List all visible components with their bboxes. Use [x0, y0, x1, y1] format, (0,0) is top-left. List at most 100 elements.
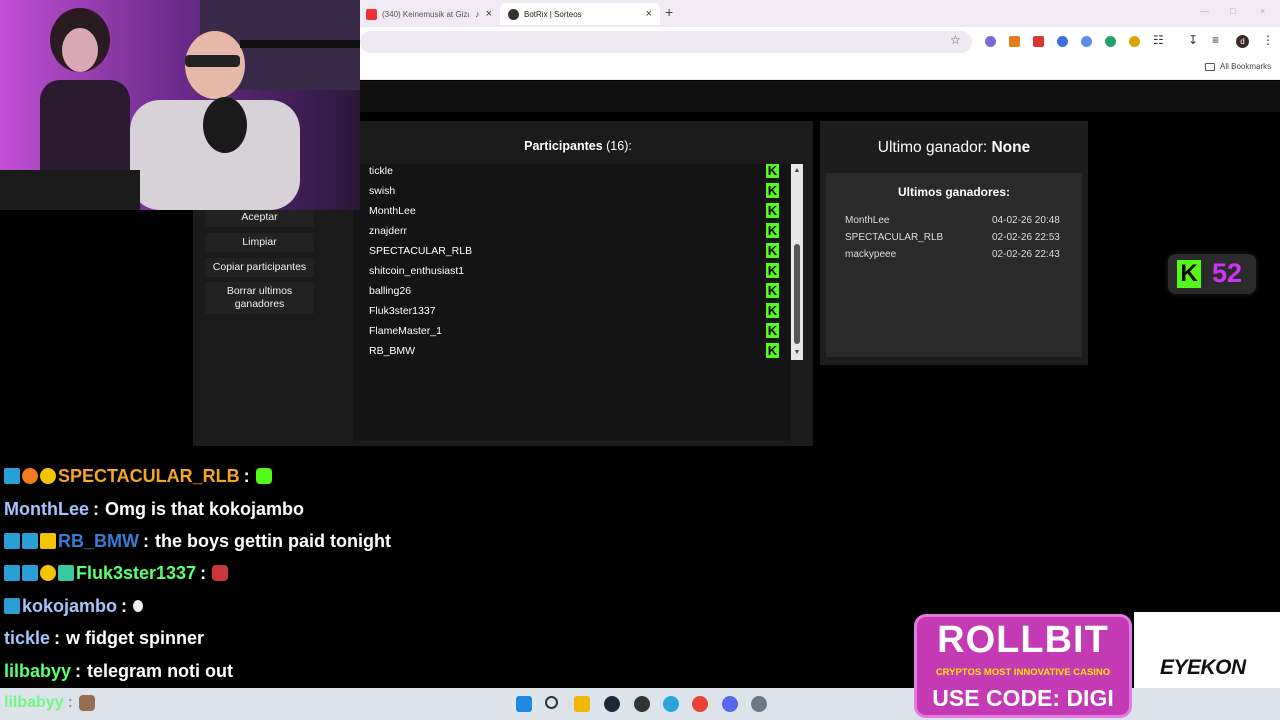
winner-name: SPECTACULAR_RLB — [845, 232, 944, 243]
kick-badge-icon: K — [766, 323, 779, 338]
all-bookmarks-button[interactable]: All Bookmarks — [1205, 62, 1271, 71]
badge-icon — [4, 468, 20, 484]
clear-last-winners-button[interactable]: Borrar ultimos ganadores — [205, 282, 314, 314]
chat-message: tickle : w fidget spinner — [4, 625, 204, 651]
chat-text: w fidget spinner — [66, 627, 205, 648]
download-icon[interactable]: ↧ — [1188, 33, 1198, 47]
list-item: FlameMaster_1 K — [369, 322, 779, 342]
extension-icon[interactable] — [1105, 36, 1116, 47]
last-winners-title: Ultimos ganadores: — [897, 185, 1011, 199]
extension-icon[interactable] — [1057, 36, 1068, 47]
profile-avatar[interactable]: d — [1236, 35, 1249, 48]
badge-icon — [22, 533, 38, 549]
chat-message: lilbabyy : telegram noti out — [4, 658, 233, 684]
chat-message: kokojambo : — [4, 593, 144, 619]
tab-title: (340) Keinemusik at Giza P... — [382, 9, 469, 19]
scroll-up-icon[interactable]: ▲ — [792, 166, 802, 176]
participants-scrollbar[interactable]: ▲ ▼ — [791, 164, 803, 360]
kick-badge-icon: K — [766, 303, 779, 318]
botrix-icon — [508, 8, 519, 20]
extension-icon[interactable] — [985, 36, 996, 47]
participant-name: swish — [369, 185, 396, 197]
menu-kebab-icon[interactable]: ⋮ — [1262, 33, 1274, 47]
participant-name: Fluk3ster1337 — [369, 305, 436, 317]
audio-icon[interactable]: ♪ — [475, 9, 480, 19]
chat-message: RB_BMW : the boys gettin paid tonight — [4, 528, 391, 554]
all-bookmarks-label: All Bookmarks — [1220, 62, 1272, 71]
list-item: znajderr K — [369, 222, 779, 242]
list-item: tickle K — [369, 164, 779, 182]
new-tab-icon[interactable]: + — [665, 4, 673, 20]
kick-logo-icon: K — [1177, 260, 1201, 288]
maximize-icon[interactable]: □ — [1230, 6, 1235, 16]
participants-list[interactable]: tickle K swish K MonthLee K znajderr K SPECT… — [353, 164, 790, 441]
participant-name: balling26 — [369, 285, 412, 297]
badge-icon — [58, 565, 74, 581]
search-icon[interactable] — [545, 696, 558, 709]
participants-label: Participantes — [524, 139, 603, 153]
chat-colon: : — [75, 660, 82, 681]
badge-icon — [40, 565, 56, 581]
chat-colon: : — [54, 627, 61, 648]
list-item: RB_BMW K — [369, 342, 779, 362]
file-explorer-icon[interactable] — [574, 696, 590, 712]
winner-date: 04-02-26 20:48 — [992, 215, 1060, 226]
participant-name: FlameMaster_1 — [369, 325, 442, 337]
chat-message: MonthLee : Omg is that kokojambo — [4, 496, 304, 522]
obs-icon[interactable] — [634, 696, 650, 712]
copy-participants-button[interactable]: Copiar participantes — [205, 258, 314, 277]
chrome-icon[interactable] — [692, 696, 708, 712]
chat-message: Fluk3ster1337 : — [4, 560, 229, 586]
clear-button[interactable]: Limpiar — [205, 233, 314, 252]
chat-username: RB_BMW — [58, 530, 139, 551]
emote-icon — [78, 695, 95, 711]
tab-title: BotRix | Sorteos — [524, 9, 582, 19]
scroll-down-icon[interactable]: ▼ — [792, 348, 802, 358]
crown-badge-icon — [40, 533, 56, 549]
accept-button[interactable]: Aceptar — [205, 208, 314, 227]
telegram-icon[interactable] — [663, 696, 679, 712]
tab-keinemusik[interactable]: (340) Keinemusik at Giza P... ♪ × — [358, 3, 500, 25]
emote-icon — [255, 468, 272, 484]
emote-icon — [133, 600, 144, 612]
participant-name: znajderr — [369, 225, 407, 237]
extensions-puzzle-icon[interactable]: ☷ — [1153, 33, 1164, 47]
address-bar[interactable] — [360, 31, 972, 53]
extension-icon[interactable] — [1129, 36, 1140, 47]
extension-icon[interactable] — [1081, 36, 1092, 47]
tab-botrix[interactable]: BotRix | Sorteos × — [500, 3, 660, 25]
participants-count: (16): — [606, 139, 632, 153]
badge-icon — [4, 533, 20, 549]
rollbit-tagline: CRYPTOS MOST INNOVATIVE CASINO — [935, 667, 1111, 678]
chat-colon: : — [243, 465, 250, 486]
steam-icon[interactable] — [604, 696, 620, 712]
participant-name: tickle — [369, 165, 393, 177]
badge-icon — [40, 468, 56, 484]
windows-start-icon[interactable] — [516, 696, 532, 712]
scroll-thumb[interactable] — [794, 244, 800, 344]
list-item: SPECTACULAR_RLB K — [369, 242, 779, 262]
last-winners-box: Ultimos ganadores: MonthLee 04-02-26 20:4… — [826, 173, 1082, 357]
kick-badge-icon: K — [766, 164, 779, 178]
participant-name: SPECTACULAR_RLB — [369, 245, 473, 257]
chat-text: the boys gettin paid tonight — [155, 530, 391, 551]
participant-name: MonthLee — [369, 205, 416, 217]
minimize-icon[interactable]: — — [1200, 6, 1209, 16]
winner-row: MonthLee 04-02-26 20:48 — [845, 215, 1065, 231]
chat-message: SPECTACULAR_RLB : — [4, 463, 272, 489]
last-winner-label: Ultimo ganador: — [877, 139, 988, 156]
window-close-icon[interactable]: × — [1260, 6, 1265, 16]
discord-icon[interactable] — [722, 696, 738, 712]
metamask-icon[interactable] — [1009, 36, 1020, 47]
chat-username: lilbabyy — [4, 694, 64, 711]
chat-message: lilbabyy : — [4, 690, 95, 716]
kick-badge-icon: K — [766, 283, 779, 298]
winner-name: mackypeee — [845, 249, 897, 260]
close-tab-icon[interactable]: × — [486, 8, 492, 20]
settings-gear-icon[interactable] — [751, 696, 767, 712]
bookmark-star-icon[interactable]: ☆ — [950, 33, 961, 47]
media-controls-icon[interactable]: ≡ — [1212, 33, 1219, 47]
extension-icon[interactable] — [1033, 36, 1044, 47]
close-tab-icon[interactable]: × — [646, 8, 652, 20]
list-item: shitcoin_enthusiast1 K — [369, 262, 779, 282]
